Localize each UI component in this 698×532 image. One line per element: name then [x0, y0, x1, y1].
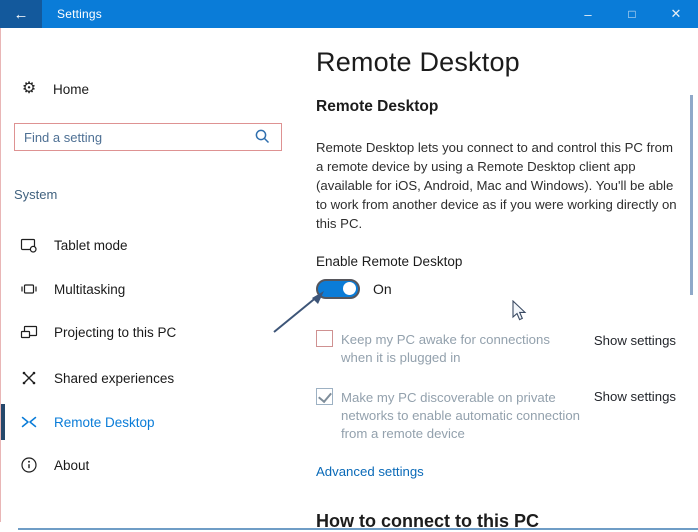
- discoverable-label: Make my PC discoverable on private netwo…: [341, 389, 585, 443]
- description-text: Remote Desktop lets you connect to and c…: [316, 138, 680, 233]
- info-icon: [20, 456, 38, 474]
- search-box[interactable]: [14, 123, 282, 151]
- sidebar-item-remote-desktop[interactable]: Remote Desktop: [0, 404, 300, 440]
- close-button[interactable]: ✕: [654, 0, 698, 28]
- discoverable-checkbox[interactable]: [316, 388, 333, 405]
- minimize-icon: –: [584, 7, 591, 22]
- projecting-icon: [20, 323, 38, 341]
- back-button[interactable]: ←: [0, 0, 42, 28]
- show-settings-link-1[interactable]: Show settings: [594, 333, 676, 348]
- sidebar-item-shared-experiences[interactable]: Shared experiences: [0, 360, 300, 396]
- annotation-arrow: [268, 286, 332, 338]
- section-title: Remote Desktop: [316, 98, 438, 116]
- advanced-settings-link[interactable]: Advanced settings: [316, 464, 424, 479]
- window-title: Settings: [57, 7, 102, 21]
- search-icon: [254, 128, 272, 146]
- sidebar-item-multitasking[interactable]: Multitasking: [0, 271, 300, 307]
- shared-experiences-icon: [20, 369, 38, 387]
- remote-desktop-icon: [20, 413, 38, 431]
- settings-window: ← Settings – □ ✕ ⚙ Home: [0, 0, 698, 532]
- search-input[interactable]: [24, 130, 254, 145]
- sidebar-item-label: Tablet mode: [54, 238, 128, 253]
- sidebar-item-about[interactable]: About: [0, 447, 300, 483]
- toggle-state-label: On: [373, 281, 392, 297]
- multitasking-icon: [20, 280, 38, 298]
- sidebar-item-label: Shared experiences: [54, 371, 174, 386]
- sidebar-item-label: Projecting to this PC: [54, 325, 176, 340]
- how-to-connect-heading: How to connect to this PC: [316, 511, 539, 532]
- sidebar-item-label: About: [54, 458, 89, 473]
- sidebar: ⚙ Home System Tablet mode Multi: [0, 28, 300, 532]
- maximize-icon: □: [628, 7, 635, 21]
- sidebar-item-tablet-mode[interactable]: Tablet mode: [0, 227, 300, 263]
- titlebar: ← Settings – □ ✕: [0, 0, 698, 28]
- page-title: Remote Desktop: [316, 47, 520, 78]
- toggle-knob: [343, 282, 356, 295]
- keep-awake-label: Keep my PC awake for connections when it…: [341, 331, 585, 367]
- sidebar-item-label: Remote Desktop: [54, 415, 155, 430]
- sidebar-item-home[interactable]: ⚙ Home: [20, 80, 89, 98]
- maximize-button[interactable]: □: [610, 0, 654, 28]
- close-icon: ✕: [671, 6, 682, 22]
- enable-remote-desktop-label: Enable Remote Desktop: [316, 254, 462, 269]
- sidebar-group-system: System: [14, 187, 57, 202]
- gear-icon: ⚙: [20, 80, 38, 98]
- tablet-mode-icon: [20, 236, 38, 254]
- minimize-button[interactable]: –: [566, 0, 610, 28]
- window-left-edge: [0, 28, 1, 522]
- home-label: Home: [53, 82, 89, 97]
- window-controls: – □ ✕: [566, 0, 698, 28]
- sidebar-item-projecting[interactable]: Projecting to this PC: [0, 314, 300, 350]
- show-settings-link-2[interactable]: Show settings: [594, 389, 676, 404]
- scrollbar[interactable]: [690, 95, 693, 295]
- mouse-cursor-icon: [512, 300, 528, 322]
- sidebar-item-label: Multitasking: [54, 282, 125, 297]
- back-arrow-icon: ←: [14, 6, 29, 23]
